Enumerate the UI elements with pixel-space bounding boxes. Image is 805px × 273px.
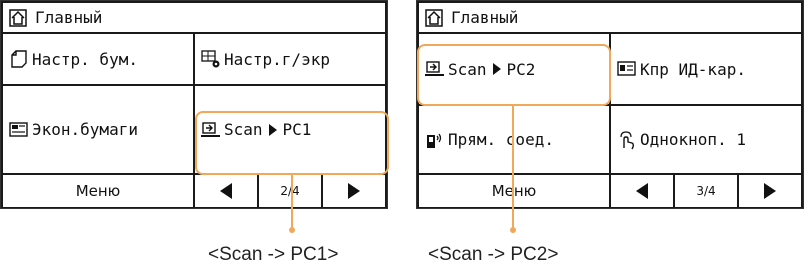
paper-save-button[interactable]: Экон.бумаги: [3, 86, 193, 173]
menu-label: Меню: [75, 182, 121, 200]
home-icon: [425, 8, 443, 27]
page-indicator: 3/4: [675, 175, 737, 207]
next-page-button[interactable]: [323, 175, 385, 207]
scan-label: Scan: [224, 120, 263, 139]
display-settings-icon: [201, 50, 220, 68]
page-indicator: 2/4: [259, 175, 321, 207]
scan-label: Scan: [448, 59, 487, 79]
paper-save-icon: [9, 121, 28, 137]
arrow-right-icon: [348, 183, 360, 199]
page-title: Главный: [35, 8, 103, 27]
caption-scan-pc1: <Scan -> PC1>: [208, 244, 339, 265]
paper-settings-button[interactable]: Настр. бум.: [3, 34, 193, 84]
next-page-button[interactable]: [739, 175, 801, 207]
one-touch-button[interactable]: Однокноп. 1: [611, 106, 801, 173]
prev-page-button[interactable]: [611, 175, 673, 207]
id-card-icon: [617, 61, 636, 76]
arrow-left-icon: [220, 183, 232, 199]
right-screen: Главный Scan PC2 Кпр ИД-кар. Прям. соед.: [416, 0, 804, 209]
scan-pc1-button[interactable]: Scan PC1: [195, 86, 385, 173]
page-indicator-label: 2/4: [280, 184, 300, 198]
direct-connect-button[interactable]: Прям. соед.: [419, 106, 609, 173]
direct-connect-label: Прям. соед.: [448, 130, 554, 149]
display-settings-label: Настр.г/экр: [224, 49, 330, 69]
home-icon: [9, 8, 27, 27]
scan-target-label: PC1: [282, 120, 312, 139]
scan-target-label: PC2: [506, 59, 536, 79]
page-indicator-label: 3/4: [696, 184, 716, 198]
scan-icon: [201, 121, 220, 137]
one-touch-label: Однокноп. 1: [640, 130, 746, 149]
direct-connect-icon: [427, 133, 442, 148]
title-bar: Главный: [419, 3, 801, 32]
paper-icon: [11, 50, 27, 68]
scan-icon: [425, 61, 444, 76]
prev-page-button[interactable]: [195, 175, 257, 207]
left-screen: Главный Настр. бум. Настр.г/экр Экон.бум…: [0, 0, 388, 209]
id-card-copy-button[interactable]: Кпр ИД-кар.: [611, 34, 801, 104]
callout-dot-pc2: [510, 227, 516, 233]
menu-button[interactable]: Меню: [3, 175, 193, 207]
paper-save-label: Экон.бумаги: [32, 120, 138, 139]
menu-button[interactable]: Меню: [419, 175, 609, 207]
arrow-left-icon: [636, 183, 648, 199]
callout-line-pc2: [512, 106, 514, 230]
id-card-copy-label: Кпр ИД-кар.: [640, 59, 746, 79]
play-arrow-icon: [268, 123, 277, 136]
page-title: Главный: [451, 8, 519, 27]
display-settings-button[interactable]: Настр.г/экр: [195, 34, 385, 84]
title-bar: Главный: [3, 3, 385, 32]
touch-hand-icon: [620, 130, 635, 149]
scan-pc2-button[interactable]: Scan PC2: [419, 34, 609, 104]
callout-line-pc1: [291, 175, 293, 230]
caption-scan-pc2: <Scan -> PC2>: [428, 244, 559, 265]
arrow-right-icon: [764, 183, 776, 199]
play-arrow-icon: [492, 63, 501, 75]
paper-settings-label: Настр. бум.: [32, 49, 138, 69]
callout-dot-pc1: [289, 227, 295, 233]
